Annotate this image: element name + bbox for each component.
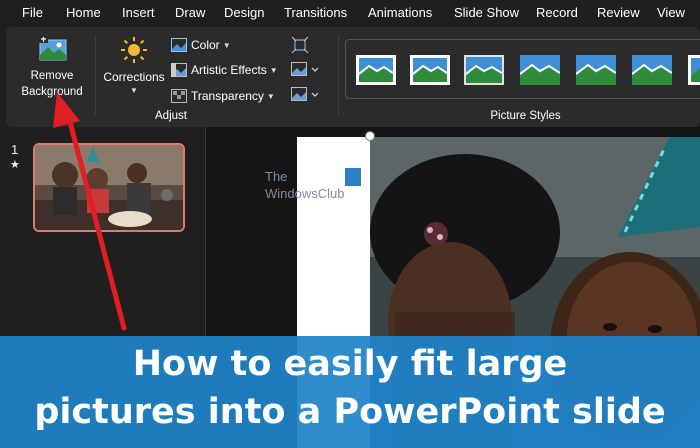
corrections-label: Corrections xyxy=(103,70,165,84)
color-icon xyxy=(171,38,187,52)
watermark: The WindowsClub xyxy=(265,168,344,202)
menu-file[interactable]: File xyxy=(22,5,43,20)
picture-styles-group-label: Picture Styles xyxy=(490,110,561,122)
transparency-icon xyxy=(171,89,187,103)
slide-thumbnail[interactable] xyxy=(33,143,185,232)
menu-bar: File Home Insert Draw Design Transitions… xyxy=(0,0,700,27)
banner-line-2: pictures into a PowerPoint slide xyxy=(34,392,666,432)
chevron-down-icon: ▼ xyxy=(269,65,278,75)
watermark-line-1: The xyxy=(265,169,288,184)
compress-pictures-icon[interactable] xyxy=(291,36,309,58)
picture-style-option[interactable] xyxy=(464,55,504,85)
picture-styles-gallery xyxy=(345,39,700,99)
artistic-effects-icon xyxy=(171,63,187,77)
adjust-group-label: Adjust xyxy=(155,110,187,122)
menu-slide-show[interactable]: Slide Show xyxy=(454,5,519,20)
corrections-button[interactable]: Corrections ▼ xyxy=(100,33,168,103)
chevron-down-icon: ▼ xyxy=(130,86,138,95)
thumbnail-photo xyxy=(35,145,183,230)
banner-line-1: How to easily fit large xyxy=(132,344,568,384)
artistic-effects-button[interactable]: Artistic Effects ▼ xyxy=(171,60,278,80)
menu-insert[interactable]: Insert xyxy=(122,5,155,20)
menu-record[interactable]: Record xyxy=(536,5,578,20)
reset-picture-icon[interactable] xyxy=(291,87,319,108)
sun-icon xyxy=(120,36,148,69)
picture-style-option[interactable] xyxy=(575,55,617,85)
title-banner: How to easily fit large pictures into a … xyxy=(0,336,700,448)
ribbon: Remove Background Corrections ▼ Color ▼ A… xyxy=(6,27,700,127)
menu-view[interactable]: View xyxy=(657,5,685,20)
watermark-line-2: WindowsClub xyxy=(265,186,345,201)
slide-number: 1 xyxy=(11,142,19,157)
animation-star-icon: ★ xyxy=(10,159,20,171)
change-picture-icon[interactable] xyxy=(291,62,319,83)
artistic-effects-label: Artistic Effects xyxy=(191,63,267,77)
color-button[interactable]: Color ▼ xyxy=(171,35,231,55)
picture-style-option[interactable] xyxy=(410,55,450,85)
remove-background-icon xyxy=(39,37,67,66)
color-label: Color xyxy=(191,38,220,52)
group-separator xyxy=(95,35,96,115)
menu-animations[interactable]: Animations xyxy=(368,5,432,20)
menu-design[interactable]: Design xyxy=(224,5,264,20)
remove-background-button[interactable]: Remove Background xyxy=(12,33,92,103)
chevron-down-icon: ▼ xyxy=(266,91,275,101)
chevron-down-icon: ▼ xyxy=(222,40,231,50)
menu-home[interactable]: Home xyxy=(66,5,101,20)
watermark-logo-icon xyxy=(345,168,361,186)
transparency-label: Transparency xyxy=(191,89,264,103)
rotate-resize-handle[interactable] xyxy=(365,131,375,141)
picture-style-option[interactable] xyxy=(688,55,700,85)
group-separator xyxy=(338,35,339,115)
picture-style-option[interactable] xyxy=(356,55,396,85)
remove-background-label-2: Background xyxy=(21,86,83,98)
transparency-button[interactable]: Transparency ▼ xyxy=(171,86,275,106)
menu-review[interactable]: Review xyxy=(597,5,640,20)
picture-style-option[interactable] xyxy=(631,55,673,85)
picture-style-option[interactable] xyxy=(519,55,561,85)
menu-transitions[interactable]: Transitions xyxy=(284,5,347,20)
menu-draw[interactable]: Draw xyxy=(175,5,205,20)
remove-background-label-1: Remove xyxy=(30,70,74,82)
